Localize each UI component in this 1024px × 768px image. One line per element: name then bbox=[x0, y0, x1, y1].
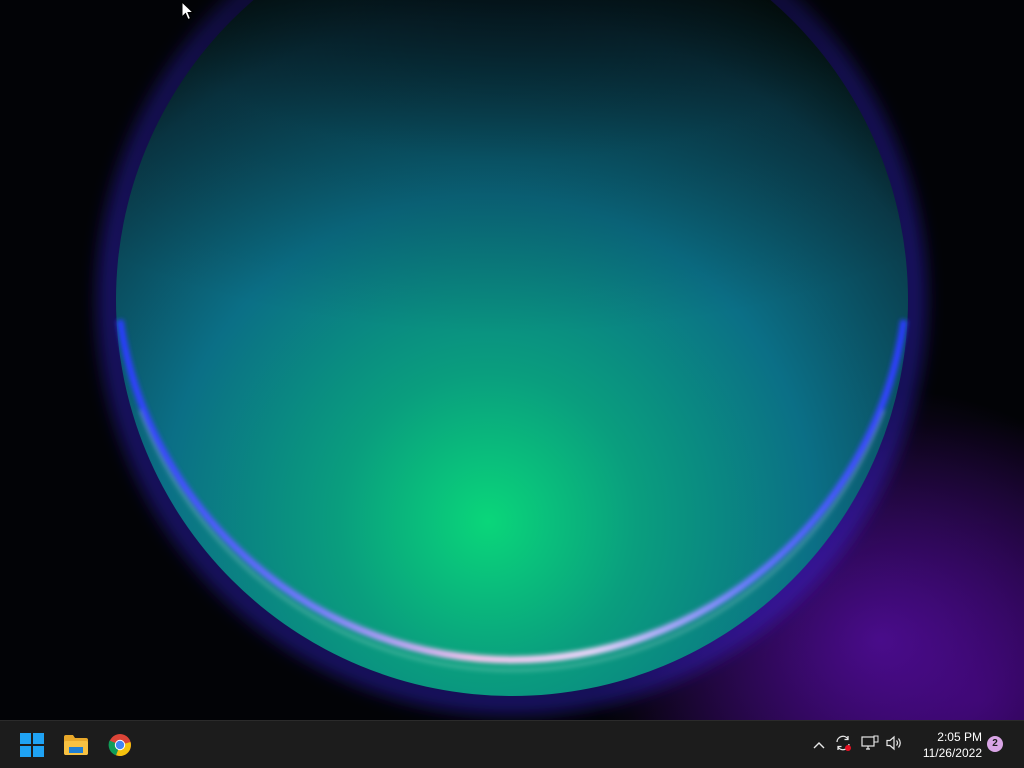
taskbar: 2:05 PM 11/26/2022 bbox=[0, 720, 1024, 768]
speaker-icon bbox=[886, 735, 904, 756]
start-button[interactable] bbox=[12, 725, 52, 765]
wallpaper-bloom bbox=[0, 0, 1024, 715]
sync-status-button[interactable] bbox=[832, 729, 854, 761]
chevron-up-icon bbox=[813, 736, 825, 754]
desktop[interactable] bbox=[0, 0, 1024, 720]
show-hidden-icons-button[interactable] bbox=[809, 729, 829, 761]
network-icon bbox=[861, 735, 879, 756]
volume-button[interactable] bbox=[884, 729, 906, 761]
network-button[interactable] bbox=[859, 729, 881, 761]
chrome-button[interactable] bbox=[100, 725, 140, 765]
folder-icon bbox=[63, 734, 89, 756]
file-explorer-button[interactable] bbox=[56, 725, 96, 765]
clock-date: 11/26/2022 bbox=[922, 746, 982, 760]
clock-button[interactable]: 2:05 PM 11/26/2022 bbox=[912, 729, 982, 761]
clock-time: 2:05 PM bbox=[937, 730, 982, 744]
notification-count-badge[interactable]: 2 bbox=[987, 736, 1003, 752]
chrome-icon bbox=[108, 733, 132, 757]
sync-icon bbox=[834, 734, 852, 757]
windows-logo-icon bbox=[20, 733, 44, 757]
